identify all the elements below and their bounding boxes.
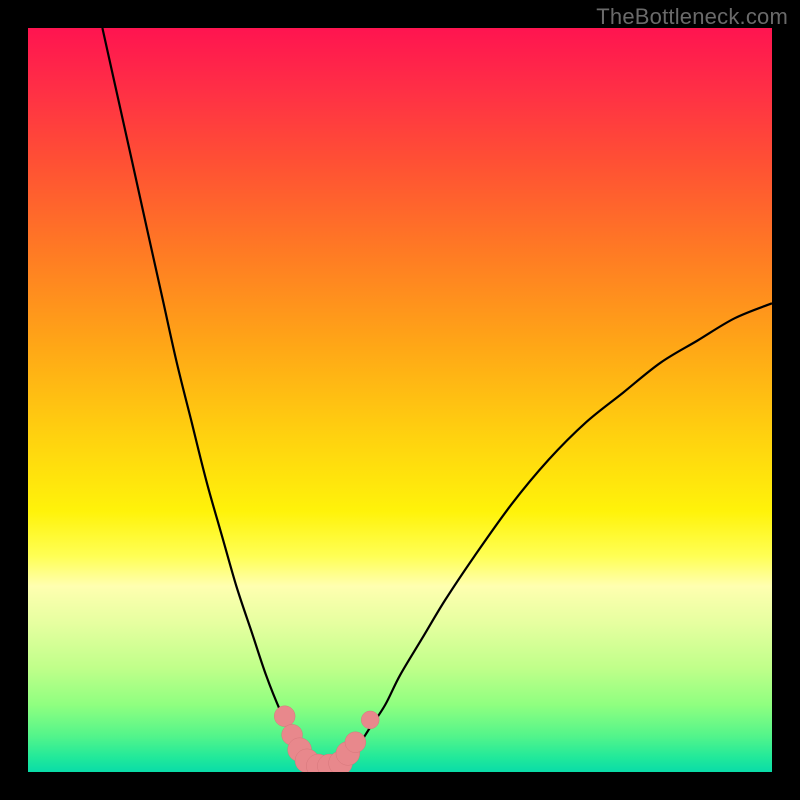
right-curve <box>341 303 773 764</box>
data-marker <box>361 711 379 729</box>
data-marker <box>345 732 366 753</box>
watermark-text: TheBottleneck.com <box>596 4 788 30</box>
marker-group <box>274 706 379 772</box>
chart-frame: TheBottleneck.com <box>0 0 800 800</box>
plot-area <box>28 28 772 772</box>
chart-svg <box>28 28 772 772</box>
data-marker <box>274 706 295 727</box>
left-curve <box>102 28 310 765</box>
